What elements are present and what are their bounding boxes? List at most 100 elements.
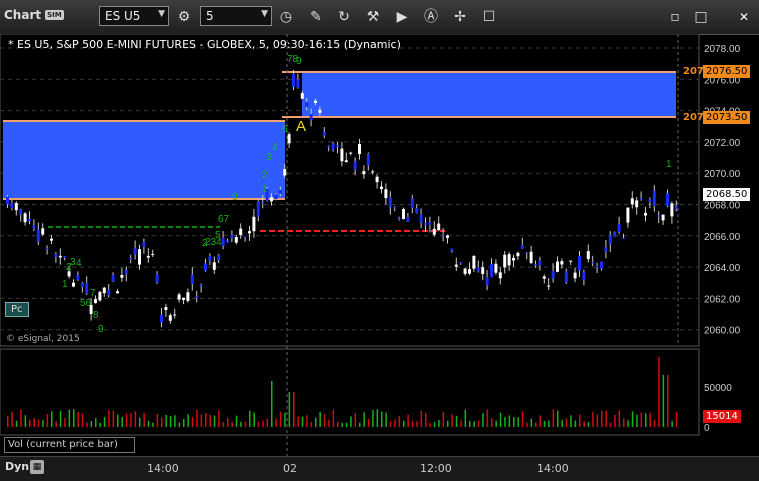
candle-body — [85, 282, 89, 294]
price-tick-label: 2064.00 — [704, 263, 741, 274]
candle-body — [670, 203, 674, 217]
volume-bar — [187, 414, 189, 427]
volume-bar — [579, 414, 581, 427]
volume-bar — [15, 420, 18, 427]
x-tick-2: 02 — [283, 462, 297, 475]
play-icon[interactable]: ▶ — [391, 6, 413, 28]
candle-body — [358, 144, 361, 155]
gear-icon[interactable]: ⚙ — [173, 6, 195, 28]
candle-body — [503, 254, 507, 268]
volume-bar — [482, 413, 484, 427]
candle-body — [120, 274, 124, 278]
candle-body — [428, 222, 432, 225]
candle-body — [124, 270, 128, 275]
refresh-icon[interactable]: ↻ — [333, 6, 355, 28]
volume-bar — [561, 419, 563, 427]
close-icon[interactable]: ✕ — [733, 6, 755, 28]
volume-bar — [139, 417, 141, 427]
candle-body — [129, 258, 133, 260]
volume-bar — [376, 409, 379, 427]
candle-body — [58, 255, 62, 258]
volume-bar — [112, 410, 115, 427]
candle-body — [472, 255, 476, 269]
clock-icon[interactable]: ◷ — [275, 6, 297, 28]
volume-bar — [20, 409, 22, 427]
candle-body — [239, 228, 243, 236]
candle-body — [406, 216, 410, 222]
volume-bar — [429, 422, 431, 427]
volume-bar — [64, 417, 66, 427]
volume-bar — [618, 410, 621, 427]
volume-bar — [354, 413, 357, 427]
volume-bar — [499, 412, 502, 427]
volume-bar — [381, 411, 383, 427]
volume-bar — [90, 420, 93, 427]
volume-bar — [147, 420, 150, 427]
interval-input[interactable]: 5 ▼ — [200, 6, 272, 26]
volume-bar — [24, 415, 27, 427]
td-count-label: 9 — [296, 56, 302, 67]
volume-study-label[interactable]: Vol (current price bar) — [4, 437, 135, 453]
cursor-letter: A — [296, 118, 306, 135]
volume-bar — [627, 420, 629, 427]
tools-icon[interactable]: ✢ — [449, 6, 471, 28]
alert-icon[interactable]: Ⓐ — [420, 6, 442, 28]
volume-bar — [530, 418, 533, 427]
symbol-input[interactable]: ES U5 ▼ — [99, 6, 169, 26]
candle-body — [283, 169, 287, 176]
chart-header: * ES U5, S&P 500 E-MINI FUTURES - GLOBEX… — [8, 38, 401, 51]
volume-bar — [46, 413, 49, 427]
volume-bar — [218, 410, 220, 427]
note-icon[interactable]: ☐ — [478, 6, 500, 28]
volume-bar — [425, 412, 427, 427]
volume-bar — [552, 409, 555, 427]
volume-bar — [667, 375, 669, 427]
candle-body — [221, 237, 225, 246]
calendar-icon[interactable]: ▦ — [30, 460, 44, 474]
chevron-down-icon[interactable]: ▼ — [158, 9, 165, 19]
volume-bar — [416, 421, 418, 427]
pc-button[interactable]: Pc — [5, 302, 29, 317]
price-tick-label: 2060.00 — [704, 326, 741, 337]
volume-bar — [174, 415, 176, 427]
candle-body — [441, 234, 445, 236]
volume-bar — [398, 416, 401, 427]
candle-body — [322, 131, 326, 136]
volume-bar — [249, 410, 251, 427]
demand-zone-left — [3, 121, 285, 199]
candle-body — [512, 257, 515, 261]
chevron-down-icon[interactable]: ▼ — [261, 9, 268, 19]
candle-body — [639, 198, 643, 200]
candle-body — [613, 232, 617, 237]
volume-bar — [209, 415, 211, 427]
candle-body — [393, 207, 397, 209]
candle-body — [402, 208, 405, 220]
volume-bar — [464, 409, 467, 427]
candle-body — [630, 198, 634, 205]
maximize-icon[interactable]: □ — [690, 6, 712, 28]
candle-body — [327, 146, 331, 148]
price-chart[interactable]: 78963421967252343 421567891 A 2078.002076… — [0, 34, 759, 480]
x-tick-1: 14:00 — [147, 462, 179, 475]
dyn-button[interactable]: Dyn — [5, 460, 29, 473]
candle-body — [547, 285, 551, 287]
volume-bar — [345, 422, 348, 427]
volume-bar — [609, 422, 612, 427]
candle-body — [234, 237, 238, 243]
td-count-label: 2 — [66, 262, 72, 273]
volume-bar — [601, 410, 603, 427]
candle-body — [520, 245, 524, 249]
candle-body — [542, 276, 546, 279]
volume-bar — [55, 421, 57, 427]
volume-bar — [407, 414, 409, 427]
volume-bar — [86, 422, 88, 427]
pencil-icon[interactable]: ✎ — [305, 6, 327, 28]
candle-body — [107, 289, 111, 296]
volume-bar — [385, 412, 387, 427]
volume-bar — [363, 412, 365, 427]
volume-bar — [675, 411, 678, 427]
minimize-icon[interactable]: ▫ — [664, 6, 686, 28]
candle-body — [534, 264, 537, 266]
volume-bar — [662, 375, 665, 427]
settings-icon[interactable]: ⚒ — [362, 6, 384, 28]
